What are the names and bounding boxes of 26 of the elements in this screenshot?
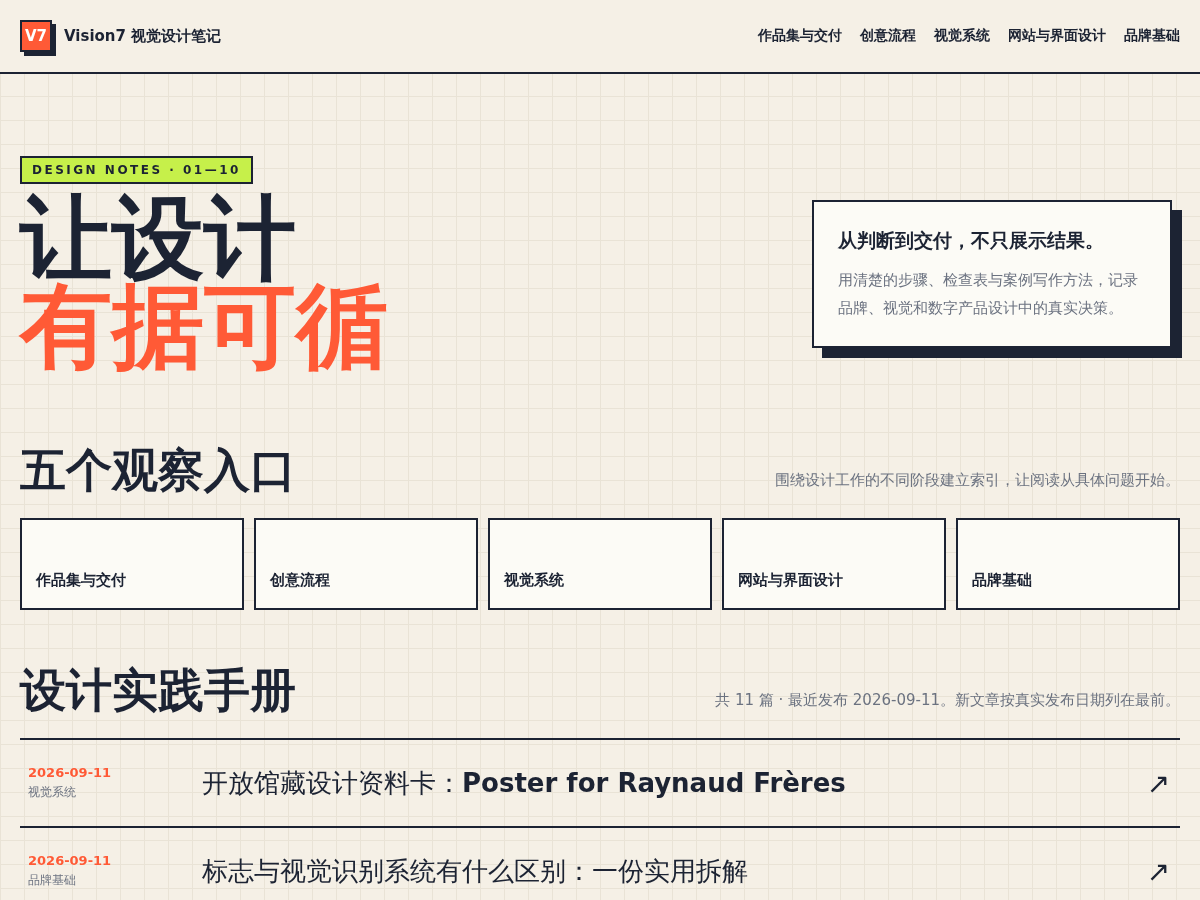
arrow-link[interactable]: ↗ [1146,854,1170,888]
site-title: Vision7 视觉设计笔记 [64,26,222,46]
card-title: 从判断到交付，不只展示结果。 [838,228,1105,253]
nav-link[interactable]: 网站与界面设计 [1008,27,1106,45]
article-date: 2026-09-11 [28,853,113,868]
article-date: 2026-09-11 [28,765,113,780]
nav-link[interactable]: 作品集与交付 [758,27,842,45]
section-tag: DESIGN NOTES · 01—10 [20,156,253,184]
nav-link[interactable]: 品牌基础 [1124,27,1180,45]
nav-link[interactable]: 创意流程 [860,27,916,45]
section-heading: 五个观察入口 [20,442,296,498]
card-text: 用清楚的步骤、检查表与案例写作方法，记录品牌、视觉和数字产品设计中的真实决策。 [838,270,1139,319]
article-category: 视觉系统 [28,784,77,801]
topic-card[interactable]: 视觉系统 [488,518,712,610]
section-note: 共 11 篇 · 最近发布 2026-09-11。新文章按真实发布日期列在最前。 [715,691,1180,710]
article-title[interactable]: 开放馆藏设计资料卡：Poster for Raynaud Frères [202,765,1147,801]
topic-card[interactable]: 创意流程 [254,518,478,610]
article-title[interactable]: 标志与视觉识别系统有什么区别：一份实用拆解 [202,853,1147,889]
article-category: 品牌基础 [28,872,77,889]
section-note: 围绕设计工作的不同阶段建立索引，让阅读从具体问题开始。 [775,471,1180,490]
arrow-link[interactable]: ↗ [1146,766,1170,800]
topic-card[interactable]: 网站与界面设计 [722,518,946,610]
topic-card[interactable]: 品牌基础 [956,518,1180,610]
topic-card[interactable]: 作品集与交付 [20,518,244,610]
nav-link[interactable]: 视觉系统 [934,27,990,45]
section-heading: 设计实践手册 [20,662,296,718]
